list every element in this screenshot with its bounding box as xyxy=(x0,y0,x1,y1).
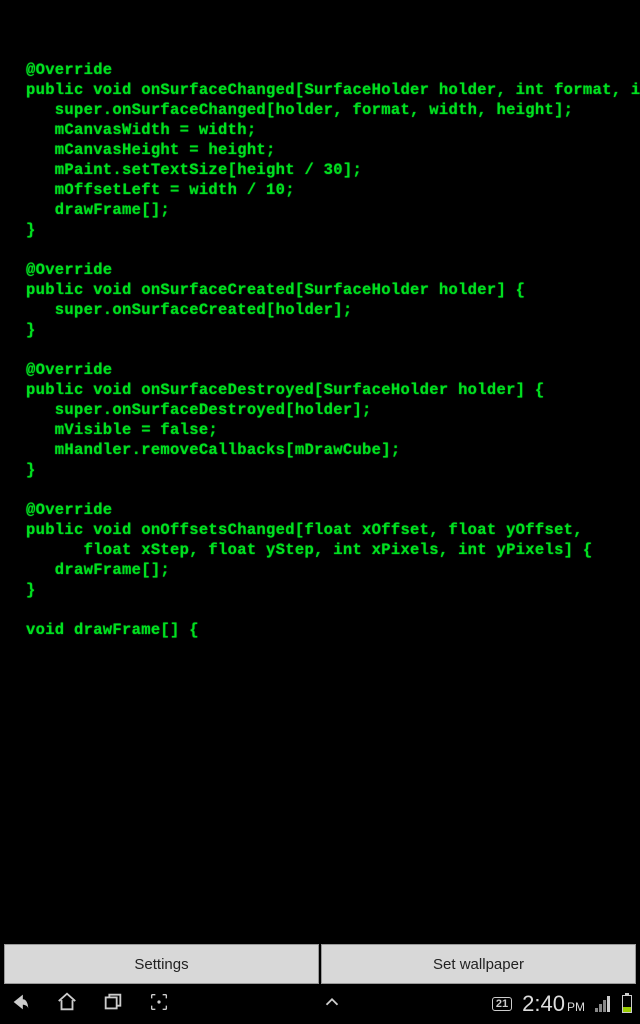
recent-apps-icon[interactable] xyxy=(100,991,126,1018)
code-line: super.onSurfaceCreated[holder]; xyxy=(26,300,640,320)
code-line xyxy=(26,240,640,260)
code-line: mPaint.setTextSize[height / 30]; xyxy=(26,160,640,180)
screenshot-icon[interactable] xyxy=(146,991,172,1018)
code-line: super.onSurfaceChanged[holder, format, w… xyxy=(26,100,640,120)
code-line: public void onSurfaceCreated[SurfaceHold… xyxy=(26,280,640,300)
code-line: @Override xyxy=(26,260,640,280)
wallpaper-preview: @Overridepublic void onSurfaceChanged[Su… xyxy=(0,0,640,944)
date-badge: 21 xyxy=(492,997,512,1011)
set-wallpaper-button[interactable]: Set wallpaper xyxy=(321,944,636,984)
code-line: mVisible = false; xyxy=(26,420,640,440)
code-line: public void onSurfaceChanged[SurfaceHold… xyxy=(26,80,640,100)
back-icon[interactable] xyxy=(8,991,34,1018)
code-line: public void onOffsetsChanged[float xOffs… xyxy=(26,520,640,540)
code-line: super.onSurfaceDestroyed[holder]; xyxy=(26,400,640,420)
signal-icon xyxy=(595,996,610,1012)
code-line: mCanvasHeight = height; xyxy=(26,140,640,160)
code-line: drawFrame[]; xyxy=(26,560,640,580)
home-icon[interactable] xyxy=(54,991,80,1018)
code-display: @Overridepublic void onSurfaceChanged[Su… xyxy=(26,60,640,640)
code-line: } xyxy=(26,320,640,340)
code-line: float xStep, float yStep, int xPixels, i… xyxy=(26,540,640,560)
code-line: drawFrame[]; xyxy=(26,200,640,220)
battery-icon xyxy=(622,995,632,1013)
code-line: void drawFrame[] { xyxy=(26,620,640,640)
code-line: @Override xyxy=(26,500,640,520)
code-line: } xyxy=(26,220,640,240)
navigation-bar: 21 2:40PM xyxy=(0,984,640,1024)
code-line: public void onSurfaceDestroyed[SurfaceHo… xyxy=(26,380,640,400)
settings-button[interactable]: Settings xyxy=(4,944,319,984)
code-line: mHandler.removeCallbacks[mDrawCube]; xyxy=(26,440,640,460)
code-line: @Override xyxy=(26,60,640,80)
expand-up-icon[interactable] xyxy=(319,991,345,1018)
code-line: mCanvasWidth = width; xyxy=(26,120,640,140)
clock: 2:40PM xyxy=(522,991,585,1017)
action-button-bar: Settings Set wallpaper xyxy=(0,944,640,984)
code-line: } xyxy=(26,580,640,600)
code-line: } xyxy=(26,460,640,480)
code-line xyxy=(26,480,640,500)
code-line: mOffsetLeft = width / 10; xyxy=(26,180,640,200)
code-line xyxy=(26,600,640,620)
code-line: @Override xyxy=(26,360,640,380)
code-line xyxy=(26,340,640,360)
